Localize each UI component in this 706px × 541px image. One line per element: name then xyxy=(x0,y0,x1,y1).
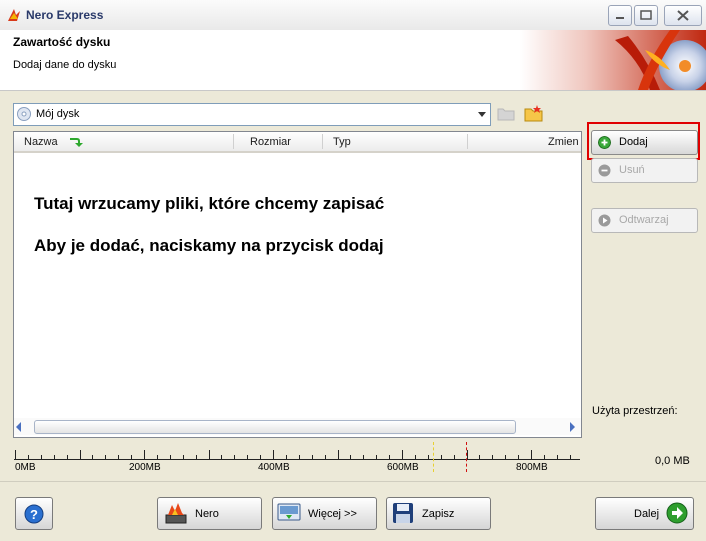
nero-button[interactable]: Nero xyxy=(157,497,262,530)
minimize-button[interactable] xyxy=(608,5,632,26)
floppy-disk-icon xyxy=(393,503,413,523)
column-separator[interactable] xyxy=(322,134,323,149)
page-title: Zawartość dysku xyxy=(13,35,111,49)
play-button[interactable]: Odtwarzaj xyxy=(591,208,698,233)
disc-icon xyxy=(17,107,31,121)
nero-app-icon xyxy=(8,9,20,21)
ruler-label: 800MB xyxy=(516,462,548,473)
play-icon xyxy=(598,214,611,227)
next-button-label: Dalej xyxy=(634,508,660,520)
used-space-value: 0,0 MB xyxy=(655,455,690,467)
more-button-label: Więcej >> xyxy=(308,508,357,520)
bottom-bar: ? Nero Więcej >> Zapisz Dalej xyxy=(0,481,706,541)
instruction-text-2: Aby je dodać, naciskamy na przycisk doda… xyxy=(34,236,384,255)
file-list[interactable]: Nazwa Rozmiar Typ Zmien Tutaj wrzucamy p… xyxy=(13,131,582,438)
nero-button-label: Nero xyxy=(195,508,219,520)
ruler-label: 200MB xyxy=(129,462,161,473)
svg-text:?: ? xyxy=(30,507,38,522)
nero-logo xyxy=(520,30,706,90)
remove-button-label: Usuń xyxy=(619,164,645,176)
remove-button[interactable]: Usuń xyxy=(591,158,698,183)
arrow-right-icon xyxy=(666,502,688,524)
chevron-down-icon[interactable] xyxy=(475,106,489,122)
compilation-select[interactable]: Mój dysk xyxy=(13,103,491,126)
close-button[interactable] xyxy=(664,5,702,26)
compilation-name: Mój dysk xyxy=(36,108,80,120)
next-button[interactable]: Dalej xyxy=(595,497,694,530)
minimize-icon xyxy=(616,17,624,19)
ruler-label: 600MB xyxy=(387,462,419,473)
maximize-icon xyxy=(640,10,652,20)
folder-up-icon[interactable] xyxy=(497,105,515,121)
window-title: Nero Express xyxy=(26,8,104,22)
column-header-type[interactable]: Typ xyxy=(333,136,351,148)
instruction-text-1: Tutaj wrzucamy pliki, które chcemy zapis… xyxy=(34,194,385,213)
title-bar: Nero Express xyxy=(0,0,706,31)
column-separator[interactable] xyxy=(233,134,234,149)
nero-burn-icon xyxy=(165,503,187,524)
maximize-button[interactable] xyxy=(634,5,658,26)
ruler-label: 400MB xyxy=(258,462,290,473)
horizontal-scrollbar[interactable] xyxy=(14,418,581,435)
help-icon: ? xyxy=(24,504,44,524)
sort-arrow-icon xyxy=(70,138,83,147)
scroll-left-icon[interactable] xyxy=(16,422,21,432)
ruler-baseline xyxy=(14,459,580,460)
capacity-marker xyxy=(433,442,435,472)
save-button[interactable]: Zapisz xyxy=(386,497,491,530)
more-button[interactable]: Więcej >> xyxy=(272,497,377,530)
column-header-size[interactable]: Rozmiar xyxy=(250,136,291,148)
help-button[interactable]: ? xyxy=(15,497,53,530)
highlight-frame xyxy=(587,122,700,160)
wizard-header: Zawartość dysku Dodaj dane do dysku xyxy=(0,30,706,91)
more-options-icon xyxy=(277,503,301,521)
ruler-label: 0MB xyxy=(15,462,36,473)
column-header-name[interactable]: Nazwa xyxy=(24,136,58,148)
used-space-label: Użyta przestrzeń: xyxy=(592,405,678,417)
page-subtitle: Dodaj dane do dysku xyxy=(13,59,117,71)
close-icon xyxy=(677,10,689,21)
save-button-label: Zapisz xyxy=(422,508,455,520)
column-separator[interactable] xyxy=(467,134,468,149)
capacity-ruler: 0MB 200MB 400MB 600MB 800MB xyxy=(14,440,580,476)
remove-icon xyxy=(598,164,611,177)
scrollbar-thumb[interactable] xyxy=(34,420,516,434)
column-header-modified[interactable]: Zmien xyxy=(548,136,579,148)
list-header: Nazwa Rozmiar Typ Zmien xyxy=(14,132,581,153)
play-button-label: Odtwarzaj xyxy=(619,214,669,226)
new-folder-icon[interactable] xyxy=(524,104,544,122)
scroll-right-icon[interactable] xyxy=(570,422,575,432)
capacity-marker xyxy=(465,442,467,472)
